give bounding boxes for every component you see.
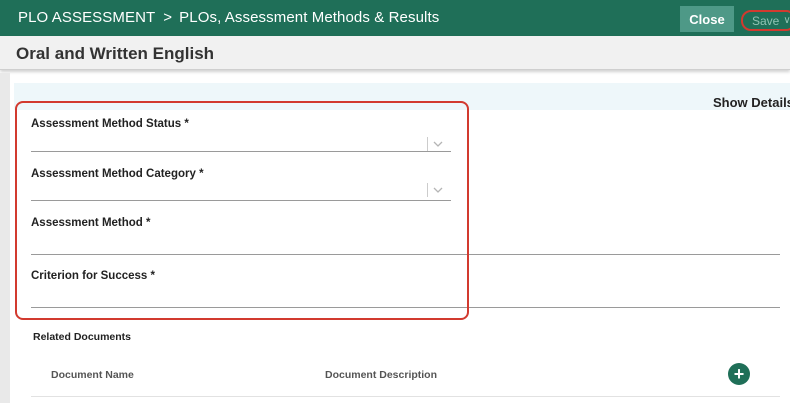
chevron-down-icon: ∨	[783, 15, 790, 26]
plus-icon: +	[733, 364, 745, 384]
related-documents-title: Related Documents	[33, 331, 132, 343]
save-button[interactable]: Save ∨	[741, 10, 790, 31]
left-gutter	[0, 73, 10, 403]
highlight-box	[15, 101, 469, 320]
title-bar: Oral and Written English	[0, 36, 790, 70]
add-document-button[interactable]: +	[728, 363, 750, 385]
save-button-label: Save	[752, 13, 780, 28]
show-details-toggle[interactable]: Show Details	[713, 95, 790, 110]
column-header-document-description: Document Description	[325, 369, 438, 381]
page-title: Oral and Written English	[16, 44, 215, 63]
breadcrumb-current: PLOs, Assessment Methods & Results	[179, 9, 440, 26]
breadcrumb-separator: >	[163, 9, 173, 26]
breadcrumb-root[interactable]: PLO ASSESSMENT	[18, 9, 155, 26]
top-bar: PLO ASSESSMENT > PLOs, Assessment Methods …	[0, 0, 790, 36]
column-header-document-name: Document Name	[51, 369, 134, 381]
close-button[interactable]: Close	[680, 6, 734, 32]
table-divider	[31, 396, 780, 397]
breadcrumb: PLO ASSESSMENT > PLOs, Assessment Methods …	[18, 9, 439, 26]
